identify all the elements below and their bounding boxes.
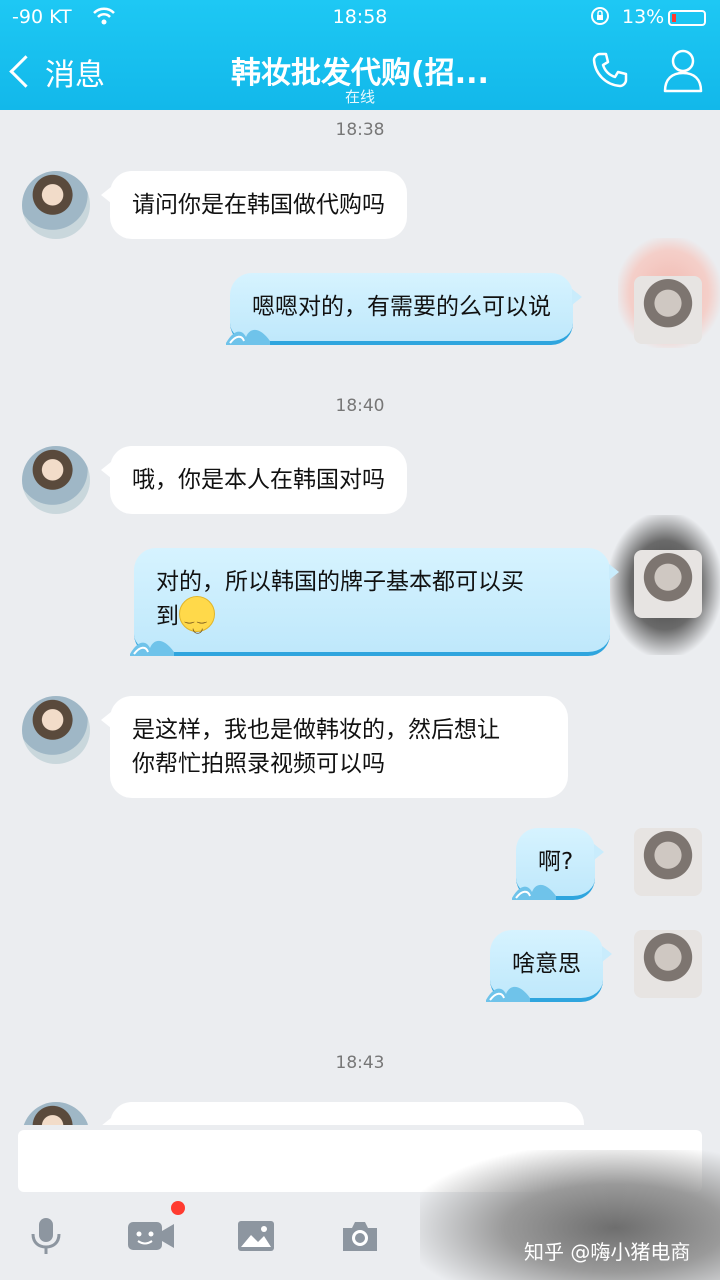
phone-icon[interactable]: [590, 50, 630, 90]
message-text: 嗯嗯对的，有需要的么可以说: [252, 294, 551, 320]
video-call-icon[interactable]: [126, 1216, 176, 1256]
contact-avatar[interactable]: [22, 1102, 90, 1125]
outgoing-message[interactable]: 嗯嗯对的，有需要的么可以说: [226, 273, 582, 345]
status-bar: -90 KT 18:58 13%: [0, 6, 720, 32]
watermark: 知乎 @嗨小猪电商: [524, 1240, 691, 1264]
message-text: 啊?: [538, 849, 574, 875]
wave-decoration-icon: [512, 884, 556, 900]
camera-icon[interactable]: [340, 1216, 380, 1256]
message-text: 到: [156, 603, 179, 630]
incoming-message[interactable]: 请问你是在韩国做代购吗: [101, 171, 407, 239]
contact-avatar[interactable]: [22, 696, 90, 764]
contact-avatar[interactable]: [22, 171, 90, 239]
message-text: 你帮忙拍照录视频可以吗: [132, 751, 385, 777]
outgoing-message[interactable]: 啊?: [512, 828, 605, 900]
my-avatar[interactable]: [634, 550, 702, 618]
battery-level: [672, 14, 676, 22]
timestamp: 18:38: [335, 120, 385, 140]
incoming-message[interactable]: 是这样，我也是做韩妆的，然后想让 你帮忙拍照录视频可以吗: [101, 696, 568, 798]
message-text: 是这样，我也是做韩妆的，然后想让: [132, 717, 500, 743]
outgoing-message[interactable]: 对的，所以韩国的牌子基本都可以买 到: [130, 548, 619, 656]
status-time: 18:58: [332, 6, 388, 28]
message-text: 啥意思: [512, 951, 581, 977]
wave-decoration-icon: [226, 329, 270, 345]
incoming-message[interactable]: 哦，你是本人在韩国对吗: [101, 446, 407, 514]
battery-icon: [668, 10, 706, 26]
video-notification-dot: [171, 1201, 185, 1215]
message-text: 请问你是在韩国做代购吗: [132, 192, 385, 218]
header-bar: -90 KT 18:58 13% 消息 韩妆批发代购(招... 在线: [0, 0, 720, 110]
message-text: 对的，所以韩国的牌子基本都可以买: [156, 569, 524, 595]
outgoing-message[interactable]: 啥意思: [486, 930, 612, 1002]
battery-percent: 13%: [622, 6, 665, 28]
incoming-message-partial[interactable]: [101, 1102, 584, 1125]
my-avatar[interactable]: [634, 276, 702, 344]
contact-avatar[interactable]: [22, 446, 90, 514]
timestamp: 18:43: [335, 1053, 385, 1073]
wave-decoration-icon: [130, 640, 174, 656]
chat-area[interactable]: 18:38 请问你是在韩国做代购吗 嗯嗯对的，有需要的么可以说 18:40 哦，…: [0, 110, 720, 1125]
rotation-lock-icon: [590, 6, 610, 30]
message-text: 哦，你是本人在韩国对吗: [132, 467, 385, 493]
image-icon[interactable]: [236, 1216, 276, 1256]
my-avatar[interactable]: [634, 930, 702, 998]
my-avatar[interactable]: [634, 828, 702, 896]
microphone-icon[interactable]: [26, 1216, 66, 1256]
smile-emoji-icon: [179, 596, 215, 646]
timestamp: 18:40: [335, 396, 385, 416]
profile-icon[interactable]: [662, 46, 704, 94]
wave-decoration-icon: [486, 986, 530, 1002]
